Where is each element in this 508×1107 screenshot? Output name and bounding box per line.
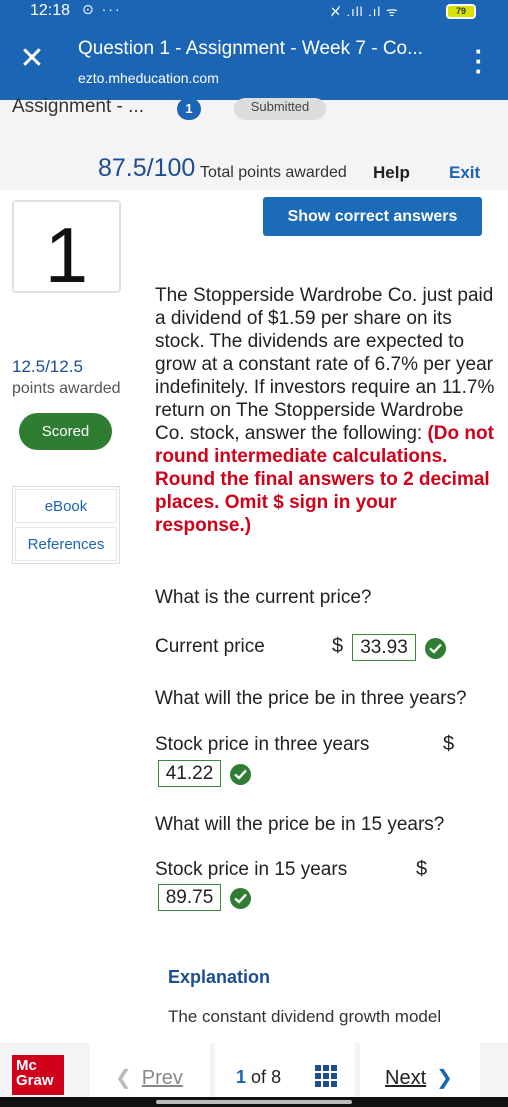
page-indicator: 1 of 8 — [236, 1067, 281, 1088]
correct-check-icon — [425, 638, 446, 659]
part-1-answer-field[interactable]: 33.93 — [352, 634, 416, 661]
question-text: The Stopperside Wardrobe Co. just paid a… — [155, 284, 495, 537]
part-1-prompt: What is the current price? — [155, 587, 372, 608]
browser-header: ✕ Question 1 - Assignment - Week 7 - Co.… — [0, 24, 508, 100]
prev-button[interactable]: ❮ Prev — [115, 1065, 183, 1090]
question-badge: 1 — [177, 98, 201, 120]
question-body: The Stopperside Wardrobe Co. just paid a… — [155, 285, 495, 444]
more-options-icon[interactable]: · · · — [470, 38, 488, 84]
page-of: of — [251, 1067, 267, 1087]
correct-check-icon — [230, 888, 251, 909]
ebook-button[interactable]: eBook — [15, 489, 117, 523]
next-button[interactable]: Next ❯ — [385, 1065, 453, 1090]
status-badge: Submitted — [234, 98, 326, 120]
explanation-heading: Explanation — [168, 967, 271, 987]
logo-line-1: Mc — [16, 1057, 37, 1074]
assignment-header: Assignment - ... 1 Submitted — [0, 96, 508, 158]
chevron-right-icon: ❯ — [436, 1067, 453, 1089]
part-3-prompt: What will the price be in 15 years? — [155, 814, 445, 835]
mcgraw-hill-logo: Mc Graw — [12, 1055, 64, 1095]
signal-wifi-icon: ✕̸ .ıll .ıl ᯤ — [330, 4, 399, 19]
assignment-name[interactable]: Assignment - ... — [12, 96, 144, 118]
total-pages: 8 — [271, 1067, 282, 1087]
notification-icons: ⊙ ··· — [82, 1, 122, 17]
part-3-answer-field[interactable]: 89.75 — [158, 884, 221, 911]
resources-panel: eBook References — [12, 486, 120, 564]
question-number: 1 — [44, 211, 89, 299]
page-title: Question 1 - Assignment - Week 7 - Co... — [78, 38, 423, 59]
points-value: 12.5/12.5 — [12, 357, 83, 376]
part-3-label: Stock price in 15 years — [155, 859, 348, 880]
help-link[interactable]: Help — [373, 163, 410, 183]
part-2-label: Stock price in three years — [155, 734, 370, 755]
total-score: 87.5/100 — [98, 154, 196, 182]
question-number-card: 1 — [12, 200, 121, 299]
grid-icon[interactable] — [315, 1065, 337, 1087]
references-button[interactable]: References — [15, 527, 117, 561]
total-score-label: Total points awarded — [200, 164, 347, 181]
status-bar: 12:18 ⊙ ··· ✕̸ .ıll .ıl ᯤ 79 — [0, 0, 508, 24]
page-url: ezto.mheducation.com — [78, 70, 219, 86]
show-correct-answers-button[interactable]: Show correct answers — [263, 197, 482, 236]
bottom-navigation: Mc Graw ❮ Prev 1 of 8 Next ❯ — [0, 1043, 508, 1097]
status-time: 12:18 — [30, 2, 71, 19]
scored-badge: Scored — [19, 413, 112, 450]
exit-link[interactable]: Exit — [449, 163, 480, 183]
prev-label: Prev — [141, 1067, 183, 1089]
logo-line-2: Graw — [16, 1072, 54, 1089]
part-2-prompt: What will the price be in three years? — [155, 688, 467, 709]
part-2-answer-field[interactable]: 41.22 — [158, 760, 221, 787]
next-label: Next — [385, 1067, 427, 1089]
explanation-text: The constant dividend growth model — [168, 1007, 442, 1026]
current-page: 1 — [236, 1067, 247, 1087]
points-label: points awarded — [12, 380, 121, 397]
home-indicator[interactable] — [156, 1100, 352, 1104]
part-2-currency: $ — [443, 733, 455, 755]
part-1-currency: $ — [332, 635, 344, 657]
chevron-left-icon: ❮ — [115, 1067, 132, 1089]
score-row: 87.5/100 Total points awarded Help Exit — [0, 154, 508, 190]
battery-icon: 79 — [446, 4, 476, 19]
part-3-currency: $ — [416, 858, 428, 880]
part-1-label: Current price — [155, 636, 265, 657]
correct-check-icon — [230, 764, 251, 785]
close-icon[interactable]: ✕ — [18, 44, 46, 74]
